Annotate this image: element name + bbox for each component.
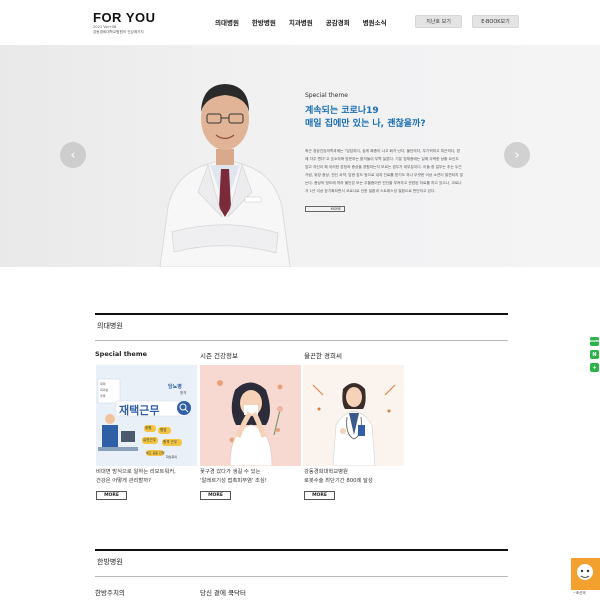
- column-heading-kyunghee: 울끈한 경희씨: [304, 352, 342, 360]
- logo[interactable]: FOR YOU: [93, 10, 156, 25]
- column-heading-special-theme: Special theme: [95, 350, 148, 358]
- doctor-illustration: [303, 365, 404, 466]
- section-subdivider: [95, 340, 508, 341]
- illustration-tag: 화상회의: [166, 455, 178, 459]
- more-button-allergy[interactable]: MORE: [200, 491, 231, 500]
- illustration-tag: 유연근무: [143, 438, 156, 442]
- card-caption-robot-surgery[interactable]: 강동경희대학교병원 로봇수술 최단기간 800례 달성: [304, 468, 404, 486]
- prev-issue-button[interactable]: 지난호 보기: [415, 15, 462, 28]
- nav-item-news[interactable]: 병원소식: [363, 17, 387, 27]
- plus-icon[interactable]: +: [590, 363, 599, 372]
- hero-title-line2: 매일 집에만 있는 나, 괜찮을까?: [305, 119, 426, 129]
- site-header: FOR YOU 2021 Vol+06 강동경희대학교병원의 건강매거지 의대병…: [0, 0, 600, 45]
- illustration-title: 재택근무: [119, 404, 160, 417]
- chevron-left-icon: ‹: [70, 147, 76, 163]
- hero-title-line1: 계속되는 코로나19: [305, 106, 379, 116]
- hero-prev-arrow[interactable]: ‹: [60, 142, 86, 168]
- card-image-remote-work[interactable]: 재택근무 당뇨병 원격 재택 회의실 우울 위원 협업 유연근무 원격 근무 제…: [96, 365, 197, 466]
- doctor-portrait: [159, 84, 291, 267]
- column-heading-oriental-doctor: 한방주치의: [95, 589, 125, 597]
- more-button-remote-work[interactable]: MORE: [96, 491, 127, 500]
- column-heading-season-health: 시즌 건강정보: [200, 352, 238, 360]
- illustration-tag: 우울: [100, 394, 106, 398]
- section-subdivider: [95, 576, 508, 577]
- illustration-tag: 회의실: [100, 388, 109, 392]
- promo-label: ~조선의: [573, 591, 586, 595]
- ebook-button[interactable]: E-BOOK보기: [472, 15, 519, 28]
- illustration-tag: 협업: [160, 428, 167, 432]
- hero-body-text: 최근 경상건강의학과에는 "답답하다, 쉽게 짜증이 나고 화가 난다, 불안하…: [305, 149, 463, 193]
- illustration-tag: 제조 공동 진행: [146, 451, 165, 455]
- nav-item-korean-medicine[interactable]: 한방병원: [252, 17, 276, 27]
- column-heading-cook-doctor: 당신 곁에 쿡닥터: [200, 589, 246, 597]
- section-title-medical: 의대병원: [97, 322, 123, 330]
- card-caption-allergy[interactable]: 꽃구경 갔다가 생길 수 있는 '알레르기성 접촉피부염' 조심!: [200, 468, 300, 486]
- promo-floating-banner[interactable]: ~조선의: [571, 558, 600, 600]
- hero-more-button[interactable]: MORE: [305, 206, 345, 212]
- nav-item-dental[interactable]: 치과병원: [289, 17, 313, 27]
- section-title-korean-medicine: 한방병원: [97, 558, 123, 566]
- naver-icon[interactable]: N: [590, 350, 599, 359]
- illustration-tag: 위원: [145, 426, 152, 430]
- chevron-right-icon: ›: [514, 147, 520, 163]
- hero-banner: ‹ › Special theme 계속되는 코로나19 매일 집에만 있는 나…: [0, 45, 600, 267]
- card-caption-remote-work[interactable]: 비대면 방식으로 일하는 리모트워커, 건강은 어떻게 관리할까?: [96, 468, 196, 486]
- card-image-robot-surgery[interactable]: [303, 365, 404, 466]
- illustration-tag: 당뇨병: [168, 384, 182, 390]
- main-nav: 의대병원 한방병원 치과병원 공감경희 병원소식: [215, 17, 400, 27]
- illustration-tag: 원격 근무: [163, 440, 177, 444]
- hero-title[interactable]: 계속되는 코로나19 매일 집에만 있는 나, 괜찮을까?: [305, 105, 515, 131]
- more-button-robot-surgery[interactable]: MORE: [304, 491, 335, 500]
- hero-eyebrow: Special theme: [305, 92, 348, 99]
- section-divider: [95, 313, 508, 315]
- hero-text-block: Special theme 계속되는 코로나19 매일 집에만 있는 나, 괜찮…: [305, 92, 515, 214]
- allergy-illustration: [200, 365, 301, 466]
- illustration-tag: 원격: [180, 391, 187, 395]
- card-image-allergy[interactable]: [200, 365, 301, 466]
- naver-blog-icon[interactable]: NAVER: [590, 337, 599, 346]
- nav-item-empathy[interactable]: 공감경희: [326, 17, 350, 27]
- section-divider: [95, 549, 508, 551]
- nav-item-medical[interactable]: 의대병원: [215, 17, 239, 27]
- illustration-tag: 재택: [100, 382, 106, 386]
- logo-subtitle: 2021 Vol+06 강동경희대학교병원의 건강매거지: [93, 25, 144, 34]
